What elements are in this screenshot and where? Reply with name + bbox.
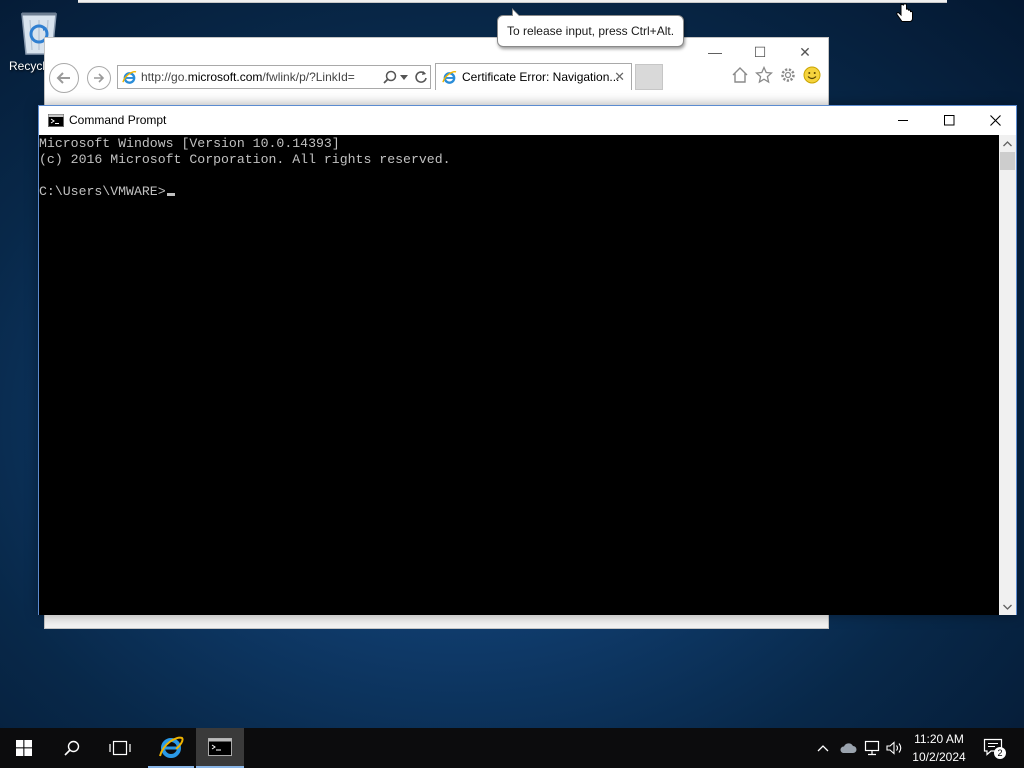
cmd-app-icon <box>48 114 64 127</box>
chevron-down-icon <box>1003 604 1012 610</box>
close-icon <box>989 115 1001 126</box>
ie-toolbar: http://go.microsoft.com/fwlink/p/?LinkId… <box>45 60 828 94</box>
new-tab-button[interactable] <box>635 64 663 90</box>
windows-logo-icon <box>16 740 32 756</box>
network-icon <box>864 740 880 756</box>
scroll-down-button[interactable] <box>999 598 1016 615</box>
ie-tab-icon <box>442 71 457 84</box>
cmd-minimize-button[interactable] <box>880 106 926 135</box>
forward-arrow-icon <box>94 73 105 83</box>
refresh-icon[interactable] <box>414 70 428 84</box>
vm-toolbar[interactable] <box>78 0 947 3</box>
chevron-up-icon <box>817 745 829 752</box>
search-icon[interactable] <box>383 70 397 84</box>
hand-cursor-icon <box>896 3 913 22</box>
minimize-icon <box>897 120 908 121</box>
address-url: http://go.microsoft.com/fwlink/p/?LinkId… <box>141 70 355 84</box>
back-button[interactable] <box>49 63 79 93</box>
address-dropdown-icon[interactable] <box>400 75 408 81</box>
scroll-up-button[interactable] <box>999 135 1016 152</box>
task-view-icon <box>109 740 131 756</box>
cmd-maximize-button[interactable] <box>926 106 972 135</box>
forward-button[interactable] <box>87 66 111 90</box>
tray-volume[interactable] <box>885 739 905 757</box>
ie-status-strip <box>45 614 828 628</box>
cmd-close-button[interactable] <box>972 106 1018 135</box>
taskbar-clock[interactable]: 11:20 AM 10/2/2024 <box>904 730 974 766</box>
chevron-up-icon <box>1003 140 1012 146</box>
command-prompt-window[interactable]: Command Prompt Microsoft Windows [Versio… <box>38 105 1017 615</box>
console-prompt-line[interactable]: C:\Users\VMWARE> <box>39 184 1000 200</box>
tab-close-icon[interactable]: ✕ <box>614 64 625 90</box>
cmd-window-title: Command Prompt <box>69 113 167 127</box>
tray-cloud[interactable] <box>838 739 858 757</box>
command-prompt-icon <box>208 738 232 756</box>
cmd-title-bar[interactable]: Command Prompt <box>39 106 1016 135</box>
console-prompt: C:\Users\VMWARE> <box>39 184 166 199</box>
taskbar-internet-explorer[interactable] <box>148 728 194 768</box>
maximize-icon <box>943 115 954 126</box>
console-output[interactable]: Microsoft Windows [Version 10.0.14393] (… <box>39 135 1000 615</box>
search-button[interactable] <box>48 728 96 768</box>
tray-network[interactable] <box>862 739 882 757</box>
show-hidden-icons-button[interactable] <box>815 739 831 757</box>
speaker-icon <box>886 741 902 755</box>
notification-count-badge: 2 <box>994 747 1006 759</box>
task-view-button[interactable] <box>96 728 144 768</box>
recycle-bin-label: Recycl <box>9 59 46 73</box>
taskbar: 11:20 AM 10/2/2024 2 <box>0 728 1024 768</box>
search-icon <box>64 740 80 756</box>
tab-title: Certificate Error: Navigation... <box>462 70 620 84</box>
start-button[interactable] <box>0 728 48 768</box>
clock-date: 10/2/2024 <box>912 750 966 764</box>
cloud-icon <box>840 743 857 753</box>
taskbar-command-prompt[interactable] <box>196 728 244 768</box>
console-scrollbar[interactable] <box>999 135 1016 615</box>
clock-time: 11:20 AM <box>914 732 964 746</box>
text-cursor <box>166 193 175 196</box>
release-input-tooltip: To release input, press Ctrl+Alt. <box>497 8 684 47</box>
favorites-star-icon[interactable] <box>755 66 773 84</box>
settings-gear-icon[interactable] <box>779 66 797 84</box>
internet-explorer-icon <box>159 736 184 758</box>
home-icon[interactable] <box>731 66 749 84</box>
feedback-smiley-icon[interactable] <box>803 66 821 84</box>
scrollbar-thumb[interactable] <box>1000 152 1015 170</box>
console-line-version: Microsoft Windows [Version 10.0.14393] <box>39 136 340 151</box>
ie-tab-certificate-error[interactable]: Certificate Error: Navigation... ✕ <box>435 63 632 90</box>
address-bar[interactable]: http://go.microsoft.com/fwlink/p/?LinkId… <box>117 65 431 89</box>
console-line-copyright: (c) 2016 Microsoft Corporation. All righ… <box>39 152 451 167</box>
back-arrow-icon <box>56 72 70 84</box>
ie-page-icon <box>122 71 137 84</box>
